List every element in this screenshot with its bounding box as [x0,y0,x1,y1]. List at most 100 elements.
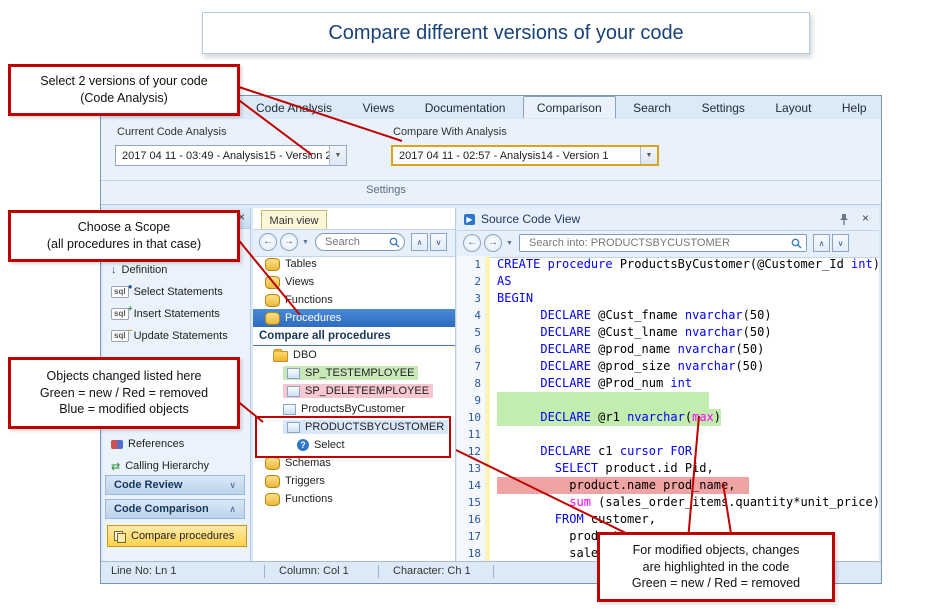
sidebar-item-update-statements[interactable]: sql~ Update Statements [111,327,228,345]
tree-item-sp-testemployee[interactable]: SP_TESTEMPLOYEE [253,364,455,382]
code-line: 1CREATE procedure ProductsByCustomer(@Cu… [457,256,879,273]
change-strip [485,256,490,273]
section-code-review[interactable]: Code Review ∨ [105,475,245,495]
change-strip [485,494,490,511]
tab-help[interactable]: Help [829,97,880,118]
code-line: 5 DECLARE @Cust_lname nvarchar(50) [457,324,879,341]
search-into-input[interactable] [527,236,791,250]
code-line: 8 DECLARE @Prod_num int [457,375,879,392]
search-prev-button[interactable]: ∧ [813,234,830,252]
chevron-down-icon[interactable]: ▼ [302,239,309,246]
sql-insert-icon: sql+ [111,308,129,320]
compare-analysis-value: 2017 04 11 - 02:57 - Analysis14 - Versio… [393,150,640,162]
tree-item-triggers[interactable]: Triggers [253,472,455,490]
search-next-button[interactable]: ∨ [832,234,849,252]
line-number: 12 [457,443,485,460]
code-line: 11 [457,426,879,443]
change-strip [485,307,490,324]
code-line: 14 product.name prod_name, [457,477,879,494]
status-separator [264,565,265,578]
search-input[interactable] [323,235,389,249]
sidebar-item-references[interactable]: References [111,435,184,453]
chevron-down-icon[interactable]: ▼ [640,147,657,164]
search-next-button[interactable]: ∨ [430,233,447,251]
tab-documentation[interactable]: Documentation [412,97,519,118]
compare-analysis-label: Compare With Analysis [393,126,507,138]
callout-select-versions: Select 2 versions of your code (Code Ana… [8,64,240,116]
code-text: DECLARE @Cust_lname nvarchar(50) [497,324,772,341]
tree-item-sp-deleteemployee[interactable]: SP_DELETEEMPLOYEE [253,382,455,400]
folder-icon [273,351,288,362]
status-column: Column: Col 1 [279,565,349,577]
tree-item-schemas[interactable]: Schemas [253,454,455,472]
code-line: 12 DECLARE c1 cursor FOR [457,443,879,460]
sidebar-item-label: Calling Hierarchy [125,460,209,472]
main-view-search[interactable] [315,233,405,251]
code-text: sum (sales_order_items.quantity*unit_pri… [497,494,879,511]
line-number: 16 [457,511,485,528]
change-strip [485,324,490,341]
source-view-toolbar: ← → ▼ ∧ ∨ [457,230,879,258]
chevron-down-icon[interactable]: ▼ [329,146,346,165]
search-prev-button[interactable]: ∧ [411,233,428,251]
forward-button[interactable]: → [484,234,502,252]
tab-comparison[interactable]: Comparison [523,96,616,118]
compare-pages-icon [114,531,125,542]
stored-procedure-icon [287,368,300,379]
chevron-down-icon[interactable]: ▼ [506,240,513,247]
source-search[interactable] [519,234,807,252]
sql-select-icon: sql● [111,286,129,298]
status-separator [378,565,379,578]
source-view-icon: ▶ [464,214,475,225]
forward-button[interactable]: → [280,233,298,251]
sidebar-item-select-statements[interactable]: sql● Select Statements [111,283,223,301]
change-strip [485,409,490,426]
line-number: 11 [457,426,485,443]
sidebar-item-insert-statements[interactable]: sql+ Insert Statements [111,305,220,323]
procedures-icon [265,312,280,325]
app-window: Code Analysis Views Documentation Compar… [100,95,882,584]
views-icon [265,276,280,289]
back-button[interactable]: ← [259,233,277,251]
tree-item-tables[interactable]: Tables [253,255,455,273]
search-icon [791,238,802,249]
change-strip [485,477,490,494]
tree-item-label: Views [285,276,314,288]
tree-item-select[interactable]: ? Select [253,436,455,454]
section-code-comparison[interactable]: Code Comparison ∧ [105,499,245,519]
source-view-title: Source Code View [481,212,580,226]
line-number: 3 [457,290,485,307]
sidebar-item-label: References [128,438,184,450]
back-button[interactable]: ← [463,234,481,252]
sidebar-item-definition[interactable]: ↓ Definition [111,261,167,279]
tab-search[interactable]: Search [620,97,684,118]
tab-settings[interactable]: Settings [689,97,758,118]
tab-layout[interactable]: Layout [762,97,824,118]
pin-icon[interactable] [839,213,849,231]
tree-item-productsbycustomer-v1[interactable]: ProductsByCustomer [253,400,455,418]
tree-item-dbo[interactable]: DBO [253,346,455,364]
code-editor[interactable]: 1CREATE procedure ProductsByCustomer(@Cu… [457,256,879,561]
tree-item-views[interactable]: Views [253,273,455,291]
tab-views[interactable]: Views [350,97,408,118]
select-statement-icon: ? [297,439,309,451]
compare-analysis-dropdown[interactable]: 2017 04 11 - 02:57 - Analysis14 - Versio… [391,145,659,166]
code-text-del: product.name prod_name, [497,477,749,494]
tree-item-procedures[interactable]: Procedures [253,309,455,327]
current-analysis-dropdown[interactable]: 2017 04 11 - 03:49 - Analysis15 - Versio… [115,145,347,166]
sidebar-item-label: Definition [122,264,168,276]
tree-item-functions-2[interactable]: Functions [253,490,455,508]
close-icon[interactable]: × [862,211,869,225]
tree-item-functions[interactable]: Functions [253,291,455,309]
line-number: 6 [457,341,485,358]
change-strip [485,358,490,375]
sidebar-item-calling-hierarchy[interactable]: ⇄ Calling Hierarchy [111,457,209,475]
tab-code-analysis[interactable]: Code Analysis [243,97,345,118]
line-number: 1 [457,256,485,273]
tree-item-label: PRODUCTSBYCUSTOMER [305,421,444,433]
code-text: AS [497,273,511,290]
compare-procedures-button[interactable]: Compare procedures [107,525,247,547]
definition-icon: ↓ [111,264,117,276]
tree-item-productsbycustomer-selected[interactable]: PRODUCTSBYCUSTOMER [253,418,455,436]
tab-main-view[interactable]: Main view [261,210,327,230]
